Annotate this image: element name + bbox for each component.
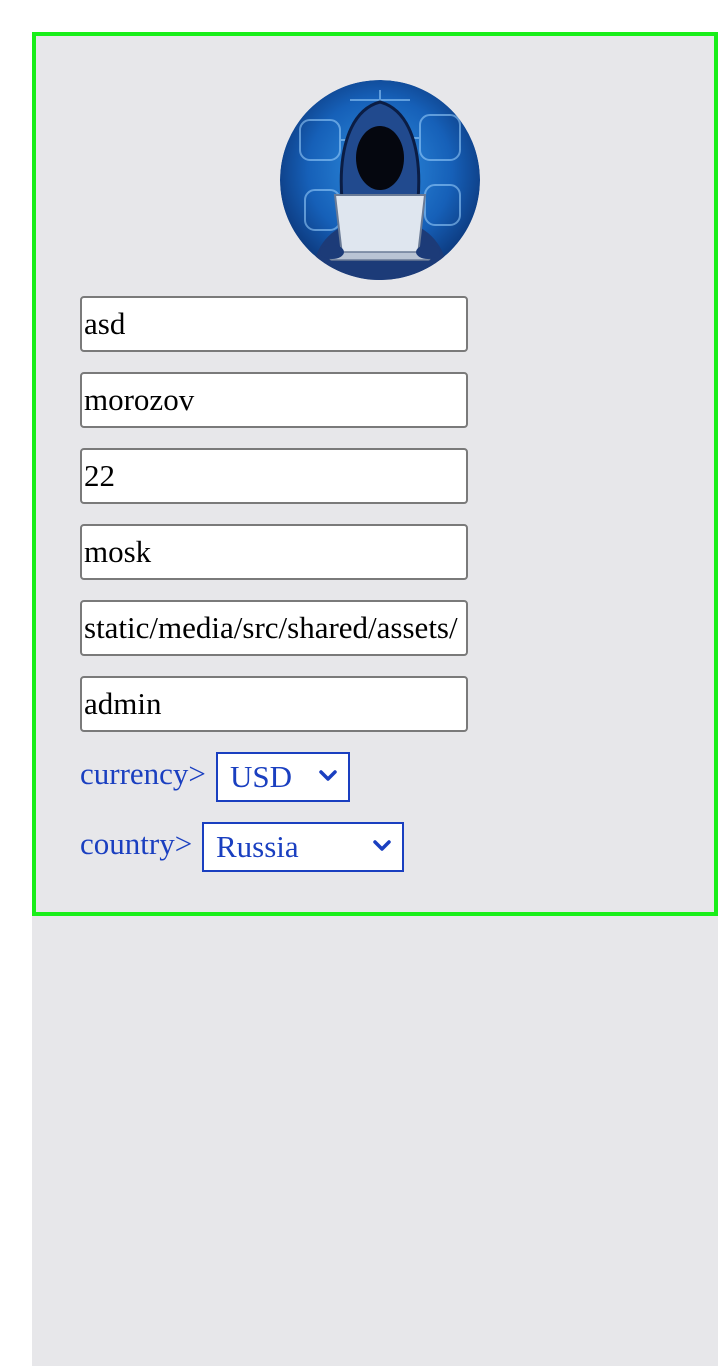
age-field[interactable]: 22 <box>80 448 468 504</box>
city-field[interactable]: mosk <box>80 524 468 580</box>
country-selected-value: Russia <box>216 829 299 864</box>
country-label: country> <box>80 826 193 861</box>
hooded-hacker-avatar-icon <box>280 80 480 280</box>
last-name-field[interactable]: morozov <box>80 372 468 428</box>
avatar <box>280 80 480 280</box>
currency-selected-value: USD <box>230 759 293 794</box>
currency-label: currency> <box>80 756 206 791</box>
first-name-field[interactable]: asd <box>80 296 468 352</box>
avatar-path-field[interactable]: static/media/src/shared/assets/ <box>80 600 468 656</box>
currency-select[interactable]: USD <box>216 752 350 802</box>
country-select[interactable]: Russia <box>202 822 404 872</box>
profile-card: asd morozov 22 mosk static/media/src/sha… <box>32 32 718 916</box>
role-field[interactable]: admin <box>80 676 468 732</box>
chevron-down-icon <box>319 770 337 781</box>
chevron-down-icon <box>373 840 391 851</box>
